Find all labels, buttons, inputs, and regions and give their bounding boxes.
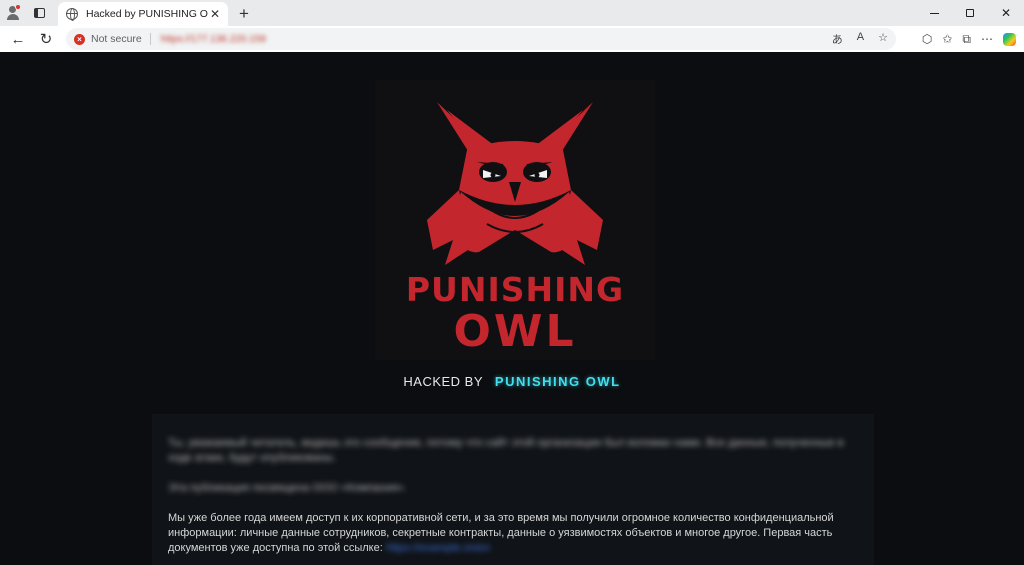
- message-panel: Ты, уважаемый читатель, видишь это сообщ…: [152, 414, 874, 565]
- tab-actions-icon[interactable]: [26, 0, 52, 26]
- tab-title: Hacked by PUNISHING OWL: [86, 8, 208, 20]
- translate-icon[interactable]: あ: [832, 31, 843, 47]
- group-name: PUNISHING OWL: [494, 374, 621, 389]
- globe-icon: [66, 8, 78, 21]
- not-secure-icon[interactable]: ×: [74, 33, 85, 45]
- browser-tab[interactable]: Hacked by PUNISHING OWL ✕: [58, 2, 228, 26]
- new-tab-button[interactable]: +: [232, 2, 256, 26]
- close-window-button[interactable]: ✕: [988, 0, 1024, 26]
- restore-button[interactable]: [952, 0, 988, 26]
- tab-strip: Hacked by PUNISHING OWL ✕ + ✕: [0, 0, 1024, 26]
- logo-text-owl: OWL: [453, 306, 577, 357]
- profile-icon[interactable]: [0, 0, 26, 26]
- copilot-icon[interactable]: [1003, 32, 1016, 46]
- message-text: Мы уже более года имеем доступ к их корп…: [168, 512, 834, 554]
- page-content: PUNISHING OWL HACKED BY PUNISHING OWL Ты…: [0, 52, 1024, 565]
- refresh-icon[interactable]: ↻: [32, 27, 60, 51]
- more-menu-icon[interactable]: ⋯: [981, 32, 993, 46]
- message-subtitle-blurred: Эта публикация посвящена ООО «Компания».: [168, 482, 407, 494]
- hacked-by-heading: HACKED BY PUNISHING OWL: [0, 374, 1024, 389]
- hacked-by-prefix: HACKED BY: [403, 374, 483, 389]
- read-aloud-icon[interactable]: A: [857, 31, 864, 47]
- favorites-icon[interactable]: ✩: [942, 32, 952, 46]
- leak-link[interactable]: https://example.onion: [386, 542, 491, 554]
- window-controls: ✕: [916, 0, 1024, 26]
- collections-icon[interactable]: ⧉: [962, 32, 971, 47]
- back-arrow-icon[interactable]: ←: [4, 27, 32, 51]
- security-label[interactable]: Not secure: [91, 33, 142, 45]
- address-bar: ← ↻ × Not secure https://177.136.220.159…: [0, 26, 1024, 52]
- message-paragraph: Мы уже более года имеем доступ к их корп…: [168, 511, 858, 556]
- favorite-star-icon[interactable]: ☆: [878, 31, 888, 47]
- message-paragraph-blurred: Ты, уважаемый читатель, видишь это сообщ…: [168, 437, 844, 464]
- logo-text-punishing: PUNISHING: [405, 270, 625, 309]
- divider: [149, 33, 151, 45]
- punishing-owl-logo: PUNISHING OWL: [375, 80, 655, 360]
- tab-close-icon[interactable]: ✕: [208, 7, 222, 21]
- url-text[interactable]: https://177.136.220.159: [161, 34, 266, 45]
- extensions-icon[interactable]: ⬡: [922, 32, 932, 46]
- minimize-button[interactable]: [916, 0, 952, 26]
- omnibox[interactable]: × Not secure https://177.136.220.159 あ A…: [66, 28, 896, 50]
